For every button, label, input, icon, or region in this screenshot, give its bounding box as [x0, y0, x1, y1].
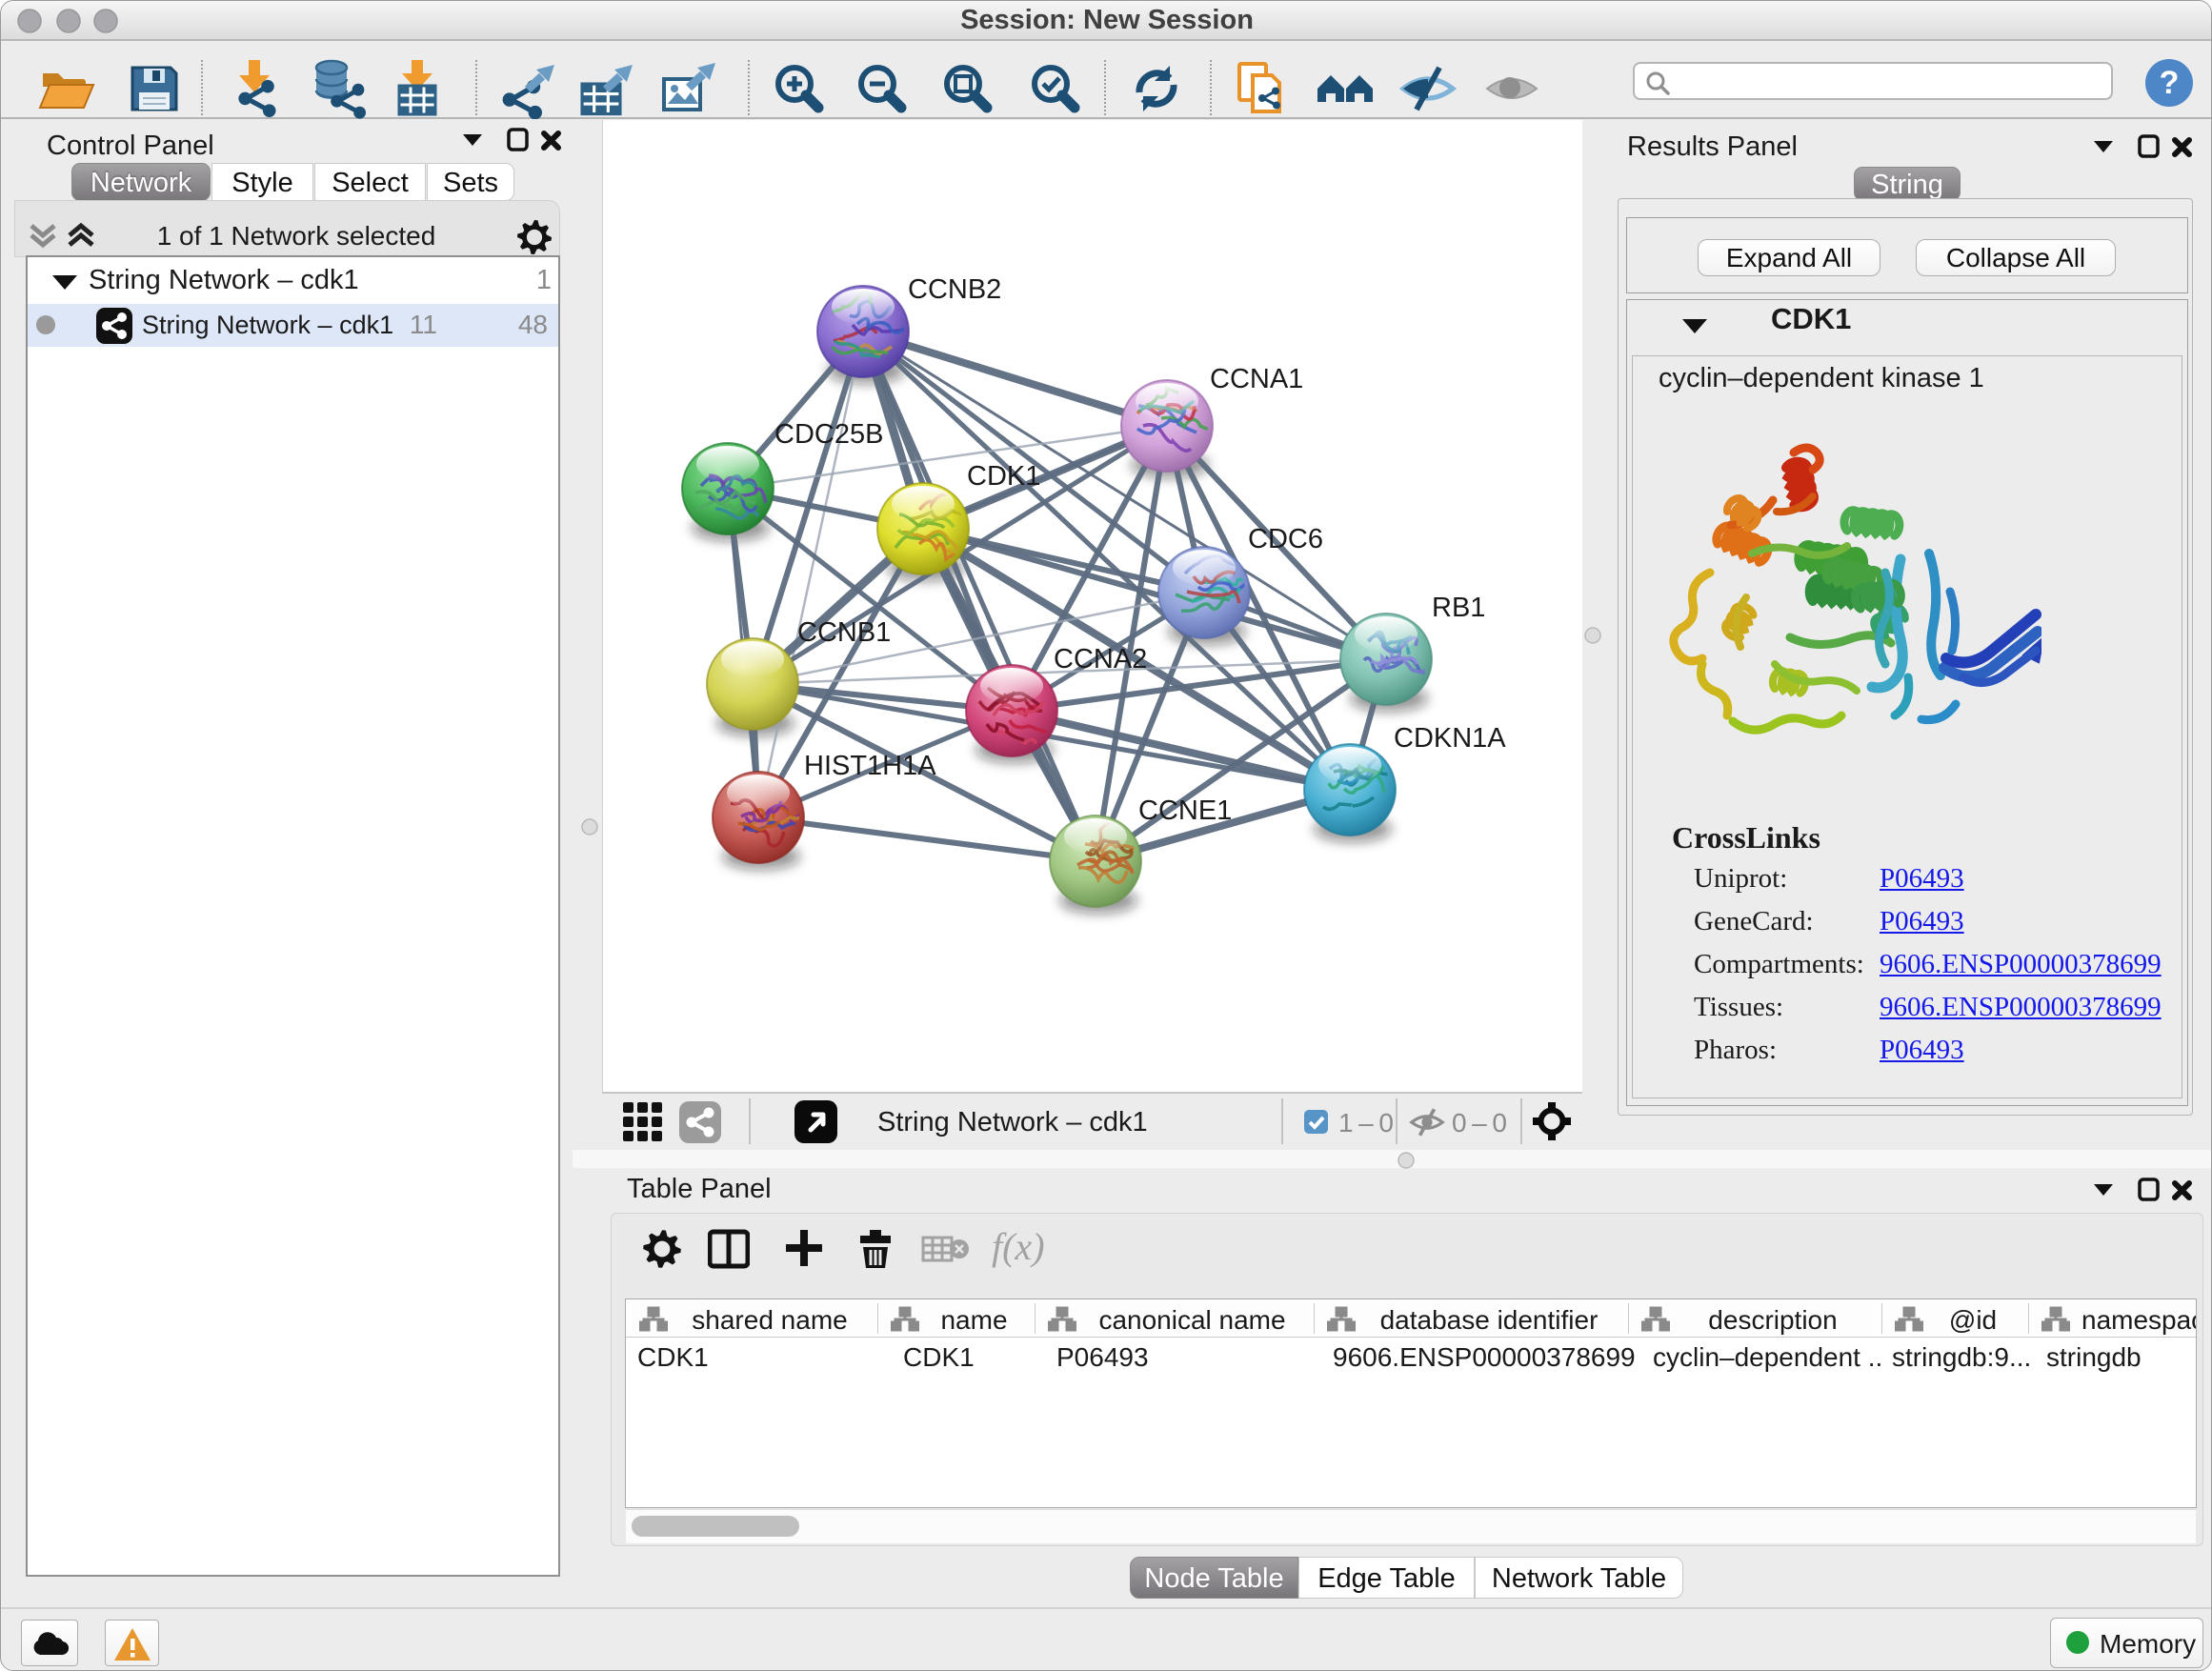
svg-text:CDC25B: CDC25B [774, 419, 883, 450]
svg-text:HIST1H1A: HIST1H1A [804, 751, 936, 781]
svg-text:CCNE1: CCNE1 [1138, 795, 1232, 826]
svg-text:CCNB2: CCNB2 [908, 274, 1001, 305]
svg-text:CCNA2: CCNA2 [1054, 644, 1147, 674]
svg-text:?: ? [2160, 65, 2180, 101]
svg-text:CDK1: CDK1 [967, 461, 1040, 492]
svg-text:CDKN1A: CDKN1A [1394, 723, 1506, 754]
svg-text:CCNB1: CCNB1 [797, 617, 891, 648]
svg-text:RB1: RB1 [1432, 593, 1485, 623]
svg-text:CCNA1: CCNA1 [1210, 364, 1303, 394]
svg-text:CDC6: CDC6 [1248, 524, 1323, 554]
